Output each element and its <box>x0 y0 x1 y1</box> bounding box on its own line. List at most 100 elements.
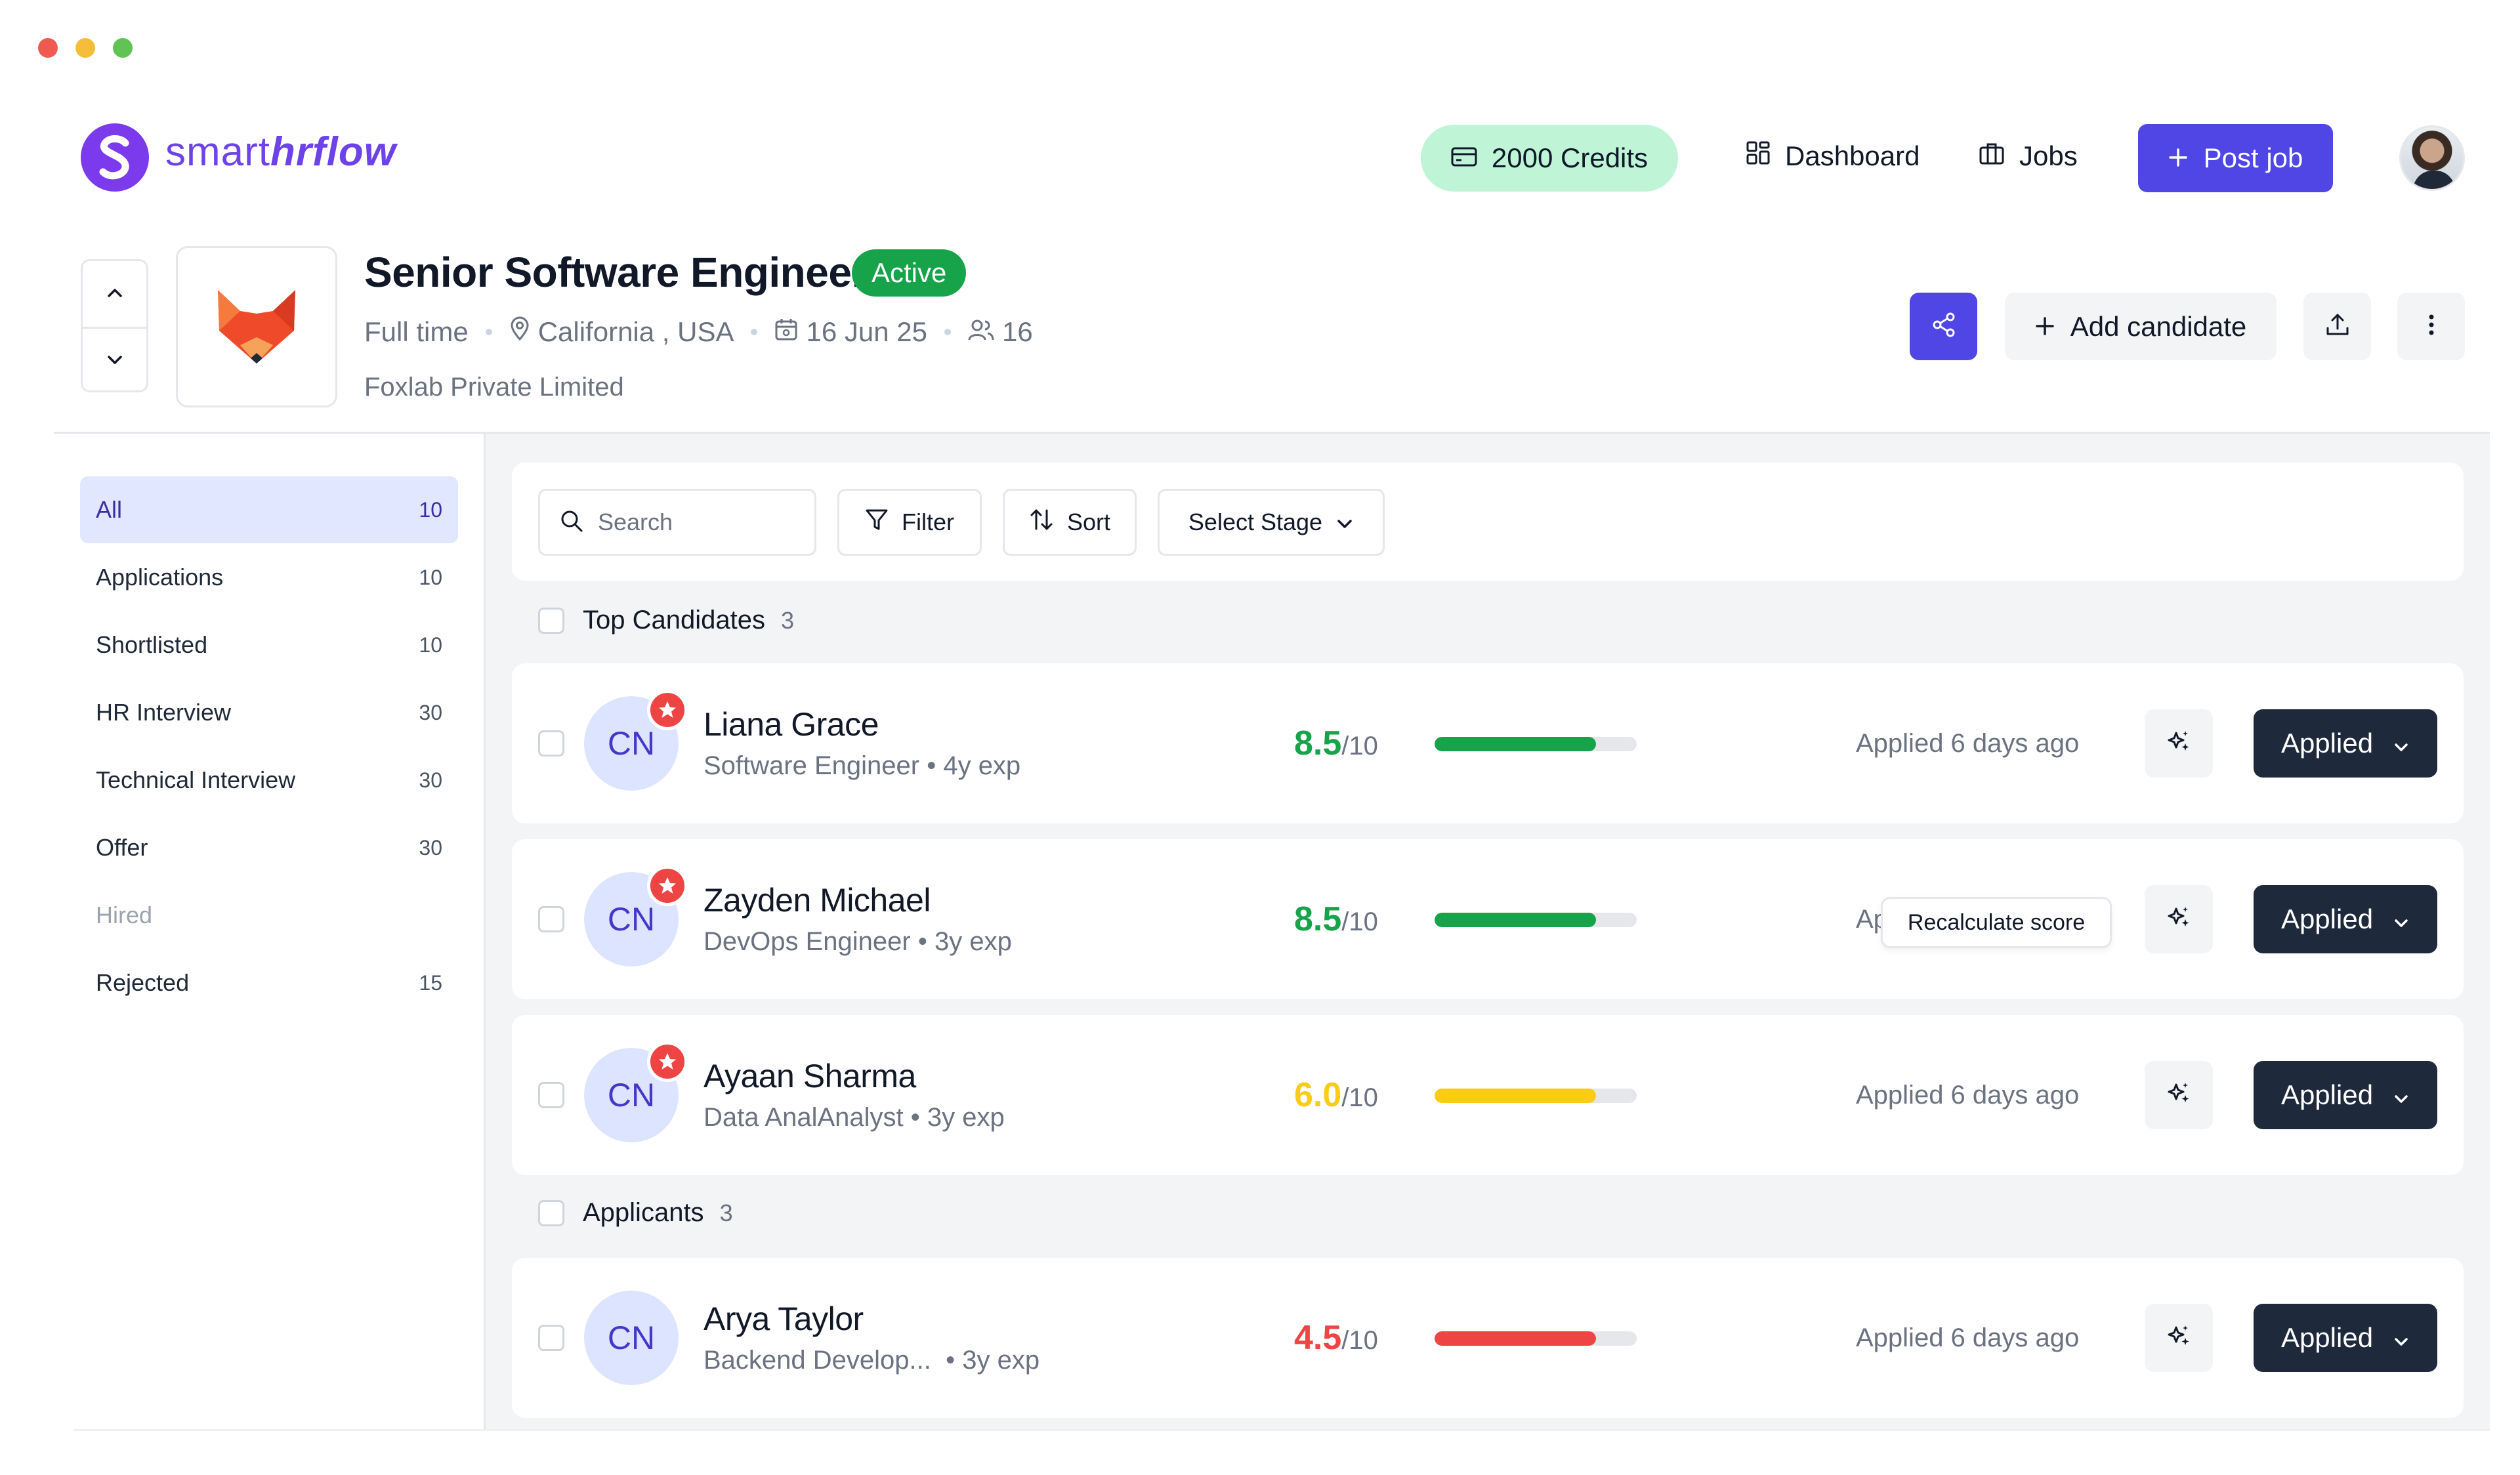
upload-button[interactable] <box>2303 293 2371 360</box>
candidate-status-dropdown[interactable]: Applied <box>2254 709 2437 778</box>
recalculate-score-button[interactable] <box>2145 1061 2213 1129</box>
upload-icon <box>2325 312 2350 341</box>
candidate-experience: 3y exp <box>962 1346 1040 1375</box>
recalculate-score-button[interactable] <box>2145 709 2213 778</box>
candidate-name[interactable]: Ayaan Sharma <box>704 1057 916 1095</box>
candidate-status-dropdown[interactable]: Applied <box>2254 1304 2437 1372</box>
candidate-score: 8.5/10 <box>1294 900 1378 939</box>
job-date-label: 16 Jun 25 <box>806 316 927 347</box>
sidebar-item-technical-interview[interactable]: Technical Interview 30 <box>80 747 458 814</box>
filter-label: Filter <box>902 509 954 535</box>
share-button[interactable] <box>1910 293 1977 360</box>
sparkle-icon <box>2166 729 2192 758</box>
score-progress-fill <box>1435 913 1597 927</box>
score-progress-bar <box>1435 913 1637 927</box>
fox-logo-icon <box>214 285 299 369</box>
sort-button[interactable]: Sort <box>1003 489 1137 556</box>
group-count: 3 <box>780 606 794 634</box>
previous-job-button[interactable] <box>83 261 146 327</box>
candidate-card[interactable]: CN Liana Grace Software Engineer • 4y ex… <box>512 663 2464 823</box>
post-job-label: Post job <box>2203 142 2303 173</box>
candidate-toolbar: Filter Sort Select Stage <box>512 463 2464 581</box>
sidebar-item-count: 30 <box>419 700 442 724</box>
sidebar-item-count: 10 <box>419 497 442 522</box>
candidate-status-dropdown[interactable]: Applied <box>2254 885 2437 953</box>
nav-jobs-label: Jobs <box>2019 140 2078 171</box>
credits-badge[interactable]: 2000 Credits <box>1421 125 1678 192</box>
candidate-status-label: Applied <box>2280 728 2374 758</box>
candidate-card[interactable]: CN Ayaan Sharma Data AnalAnalyst • 3y ex… <box>512 1015 2464 1175</box>
score-out-of: /10 <box>1341 907 1378 936</box>
score-value: 4.5 <box>1294 1319 1342 1357</box>
sidebar-item-hired[interactable]: Hired <box>80 882 458 949</box>
window-maximize-button[interactable] <box>113 38 133 58</box>
page-title: Senior Software Engineer <box>364 249 868 296</box>
brand-logo-icon[interactable] <box>81 123 149 192</box>
chevron-down-icon <box>1335 509 1354 536</box>
job-date: 16 Jun 25 <box>774 316 927 348</box>
sidebar-item-label: Technical Interview <box>96 766 296 793</box>
search-input[interactable] <box>598 509 795 536</box>
more-options-button[interactable] <box>2397 293 2465 360</box>
sidebar-item-count: 15 <box>419 970 442 995</box>
user-avatar[interactable] <box>2399 125 2465 191</box>
candidate-status-label: Applied <box>2280 904 2374 934</box>
group-select-checkbox[interactable] <box>538 1199 564 1226</box>
sidebar-item-rejected[interactable]: Rejected 15 <box>80 949 458 1016</box>
post-job-button[interactable]: Post job <box>2138 124 2333 192</box>
sidebar-item-hr-interview[interactable]: HR Interview 30 <box>80 679 458 746</box>
applied-time: Applied 6 days ago <box>1856 1081 2080 1110</box>
brand-name-prefix: smart <box>165 129 270 175</box>
calendar-icon <box>774 316 798 348</box>
sidebar-item-all[interactable]: All 10 <box>80 476 458 543</box>
add-candidate-button[interactable]: Add candidate <box>2005 293 2277 360</box>
candidate-name[interactable]: Arya Taylor <box>704 1300 864 1338</box>
company-name: Foxlab Private Limited <box>364 373 624 402</box>
candidate-select-checkbox[interactable] <box>538 730 564 757</box>
candidate-score: 8.5/10 <box>1294 724 1378 763</box>
sidebar-item-label: HR Interview <box>96 699 232 726</box>
brand-name[interactable]: smarthrflow <box>165 129 396 175</box>
sidebar-item-offer[interactable]: Offer 30 <box>80 814 458 881</box>
company-logo <box>176 246 337 407</box>
window-minimize-button[interactable] <box>75 38 95 58</box>
recalculate-score-button[interactable] <box>2145 885 2213 953</box>
search-icon <box>560 509 583 536</box>
candidate-select-checkbox[interactable] <box>538 1082 564 1108</box>
sidebar-item-applications[interactable]: Applications 10 <box>80 544 458 611</box>
sidebar-item-count: 10 <box>419 565 442 589</box>
star-badge-icon <box>647 865 688 906</box>
candidate-name[interactable]: Liana Grace <box>704 705 879 743</box>
candidate-select-checkbox[interactable] <box>538 1325 564 1351</box>
nav-dashboard-label: Dashboard <box>1785 140 1920 171</box>
filter-button[interactable]: Filter <box>837 489 982 556</box>
candidate-card[interactable]: CN Arya Taylor Backend Develop... • 3y e… <box>512 1258 2464 1418</box>
select-stage-dropdown[interactable]: Select Stage <box>1158 489 1385 556</box>
candidate-select-checkbox[interactable] <box>538 906 564 932</box>
score-progress-bar <box>1435 1089 1637 1103</box>
group-count: 3 <box>719 1199 733 1226</box>
credits-label: 2000 Credits <box>1491 142 1648 173</box>
group-label: Applicants <box>583 1198 704 1227</box>
nav-jobs[interactable]: Jobs <box>1979 140 2078 172</box>
window-close-button[interactable] <box>38 38 58 58</box>
score-value: 8.5 <box>1294 724 1342 762</box>
group-label: Top Candidates <box>583 606 765 634</box>
recalculate-score-button[interactable] <box>2145 1304 2213 1372</box>
select-stage-label: Select Stage <box>1188 509 1323 535</box>
sidebar-item-shortlisted[interactable]: Shortlisted 10 <box>80 612 458 678</box>
score-progress-fill <box>1435 737 1597 751</box>
group-header-applicants: Applicants 3 <box>538 1198 733 1228</box>
candidate-card[interactable]: CN Zayden Michael DevOps Engineer • 3y e… <box>512 839 2464 999</box>
nav-dashboard[interactable]: Dashboard <box>1746 140 1920 172</box>
candidate-experience: 4y exp <box>943 751 1021 780</box>
candidate-status-dropdown[interactable]: Applied <box>2254 1061 2437 1129</box>
job-meta: Full time California , USA 16 Jun 25 16 <box>364 316 1033 348</box>
chevron-down-icon <box>2393 1322 2410 1354</box>
candidate-name[interactable]: Zayden Michael <box>704 881 931 919</box>
sidebar-item-label: Applications <box>96 564 224 591</box>
group-select-checkbox[interactable] <box>538 607 564 634</box>
search-box[interactable] <box>538 489 816 556</box>
next-job-button[interactable] <box>83 329 146 394</box>
users-icon <box>968 316 994 348</box>
